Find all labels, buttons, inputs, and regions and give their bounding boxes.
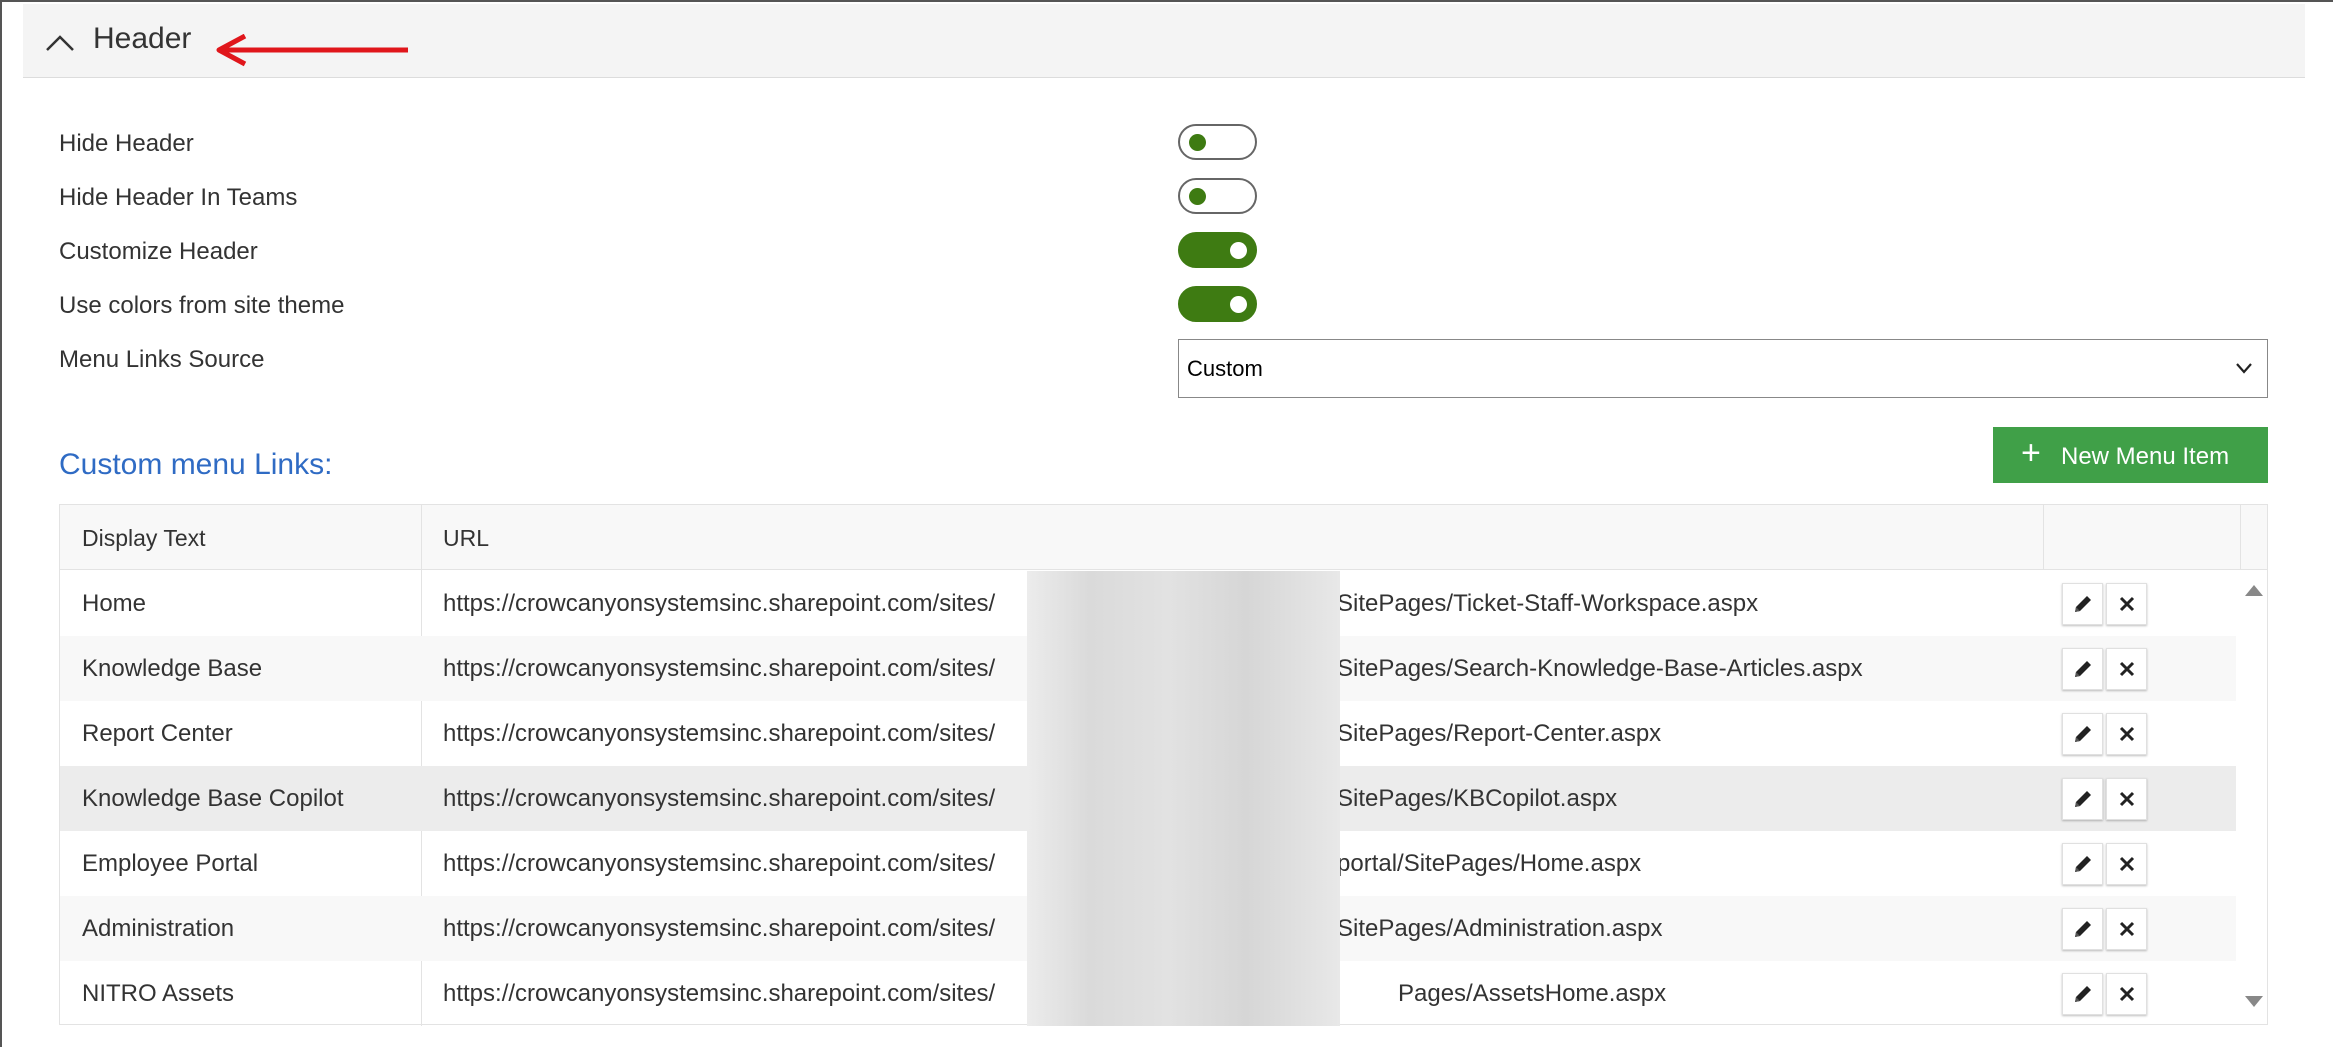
column-header-url[interactable]: URL: [443, 525, 489, 552]
url-cell-start: https://crowcanyonsystemsinc.sharepoint.…: [443, 980, 996, 1007]
pencil-icon: [2075, 596, 2091, 612]
url-cell-start: https://crowcanyonsystemsinc.sharepoint.…: [443, 850, 996, 877]
close-icon: [2119, 661, 2135, 677]
scroll-down-arrow-icon[interactable]: [2243, 995, 2265, 1009]
redacted-blur: [1027, 831, 1340, 896]
hide-header-label: Hide Header: [59, 130, 194, 157]
close-icon: [2119, 856, 2135, 872]
edit-button[interactable]: [2062, 908, 2103, 950]
delete-button[interactable]: [2106, 583, 2147, 625]
custom-menu-links-title: Custom menu Links:: [59, 448, 333, 481]
redacted-blur: [1027, 961, 1340, 1026]
toggle-knob: [1230, 242, 1247, 259]
new-menu-item-button[interactable]: + New Menu Item: [1993, 427, 2268, 483]
delete-button[interactable]: [2106, 973, 2147, 1015]
customize-header-label: Customize Header: [59, 238, 258, 265]
close-icon: [2119, 791, 2135, 807]
hide-header-in-teams-label: Hide Header In Teams: [59, 184, 298, 211]
column-divider: [2240, 505, 2241, 570]
close-icon: [2119, 726, 2135, 742]
annotation-arrow-icon: [216, 34, 408, 67]
column-header-display-text[interactable]: Display Text: [82, 525, 206, 552]
edit-button[interactable]: [2062, 648, 2103, 690]
url-cell-start: https://crowcanyonsystemsinc.sharepoint.…: [443, 720, 996, 747]
display-text-cell: Employee Portal: [82, 850, 259, 877]
url-cell-end: SitePages/KBCopilot.aspx: [1337, 785, 1618, 812]
close-icon: [2119, 596, 2135, 612]
url-cell-start: https://crowcanyonsystemsinc.sharepoint.…: [443, 785, 996, 812]
use-site-theme-colors-toggle[interactable]: [1178, 286, 1257, 322]
delete-button[interactable]: [2106, 843, 2147, 885]
edit-button[interactable]: [2062, 713, 2103, 755]
pencil-icon: [2075, 921, 2091, 937]
chevron-up-icon[interactable]: [45, 34, 75, 52]
hide-header-toggle[interactable]: [1178, 124, 1257, 160]
column-divider: [2043, 505, 2044, 570]
url-cell-end: portal/SitePages/Home.aspx: [1337, 850, 1642, 877]
table-header: Display Text URL: [60, 505, 2267, 570]
table-row[interactable]: Employee Portal https://crowcanyonsystem…: [60, 831, 2236, 896]
display-text-cell: NITRO Assets: [82, 980, 235, 1007]
pencil-icon: [2075, 661, 2091, 677]
table-row[interactable]: Administration https://crowcanyonsystems…: [60, 896, 2236, 961]
pencil-icon: [2075, 856, 2091, 872]
display-text-cell: Report Center: [82, 720, 233, 747]
table-row[interactable]: Knowledge Base https://crowcanyonsystems…: [60, 636, 2236, 701]
display-text-cell: Knowledge Base Copilot: [82, 785, 344, 812]
section-title: Header: [93, 22, 192, 55]
url-cell-end: SitePages/Administration.aspx: [1337, 915, 1663, 942]
table-row[interactable]: Home https://crowcanyonsystemsinc.sharep…: [60, 571, 2236, 636]
redacted-blur: [1027, 766, 1340, 831]
menu-links-source-select[interactable]: Custom: [1178, 339, 2268, 398]
table-row[interactable]: NITRO Assets https://crowcanyonsystemsin…: [60, 961, 2236, 1026]
pencil-icon: [2075, 791, 2091, 807]
url-cell-end: SitePages/Search-Knowledge-Base-Articles…: [1337, 655, 1863, 682]
edit-button[interactable]: [2062, 973, 2103, 1015]
table-row[interactable]: Knowledge Base Copilot https://crowcanyo…: [60, 766, 2236, 831]
redacted-blur: [1027, 701, 1340, 766]
pencil-icon: [2075, 726, 2091, 742]
redacted-blur: [1027, 571, 1340, 636]
chevron-down-icon: [2236, 363, 2252, 374]
url-cell-start: https://crowcanyonsystemsinc.sharepoint.…: [443, 915, 996, 942]
url-cell-start: https://crowcanyonsystemsinc.sharepoint.…: [443, 655, 996, 682]
custom-menu-links-table: Display Text URL Home https://crowcanyon…: [59, 504, 2268, 1026]
edit-button[interactable]: [2062, 583, 2103, 625]
url-cell-end: SitePages/Ticket-Staff-Workspace.aspx: [1337, 590, 1759, 617]
delete-button[interactable]: [2106, 778, 2147, 820]
display-text-cell: Knowledge Base: [82, 655, 263, 682]
redacted-blur: [1027, 636, 1340, 701]
toggle-knob: [1189, 134, 1206, 151]
url-cell-end: SitePages/Report-Center.aspx: [1337, 720, 1662, 747]
section-header-header[interactable]: Header: [23, 4, 2305, 78]
customize-header-toggle[interactable]: [1178, 232, 1257, 268]
redacted-blur: [1027, 896, 1340, 961]
menu-links-source-value: Custom: [1187, 356, 1263, 381]
display-text-cell: Administration: [82, 915, 235, 942]
url-cell-end: Pages/AssetsHome.aspx: [1398, 980, 1667, 1007]
pencil-icon: [2075, 986, 2091, 1002]
plus-icon: +: [2021, 434, 2041, 472]
hide-header-in-teams-toggle[interactable]: [1178, 178, 1257, 214]
toggle-knob: [1189, 188, 1206, 205]
toggle-knob: [1230, 296, 1247, 313]
delete-button[interactable]: [2106, 648, 2147, 690]
menu-links-source-label: Menu Links Source: [59, 346, 265, 373]
close-icon: [2119, 986, 2135, 1002]
display-text-cell: Home: [82, 590, 147, 617]
scroll-up-arrow-icon[interactable]: [2243, 583, 2265, 597]
delete-button[interactable]: [2106, 713, 2147, 755]
edit-button[interactable]: [2062, 843, 2103, 885]
new-menu-item-label: New Menu Item: [2061, 443, 2230, 470]
table-row[interactable]: Report Center https://crowcanyonsystemsi…: [60, 701, 2236, 766]
delete-button[interactable]: [2106, 908, 2147, 950]
url-cell-start: https://crowcanyonsystemsinc.sharepoint.…: [443, 590, 996, 617]
edit-button[interactable]: [2062, 778, 2103, 820]
close-icon: [2119, 921, 2135, 937]
use-site-theme-colors-label: Use colors from site theme: [59, 292, 345, 319]
